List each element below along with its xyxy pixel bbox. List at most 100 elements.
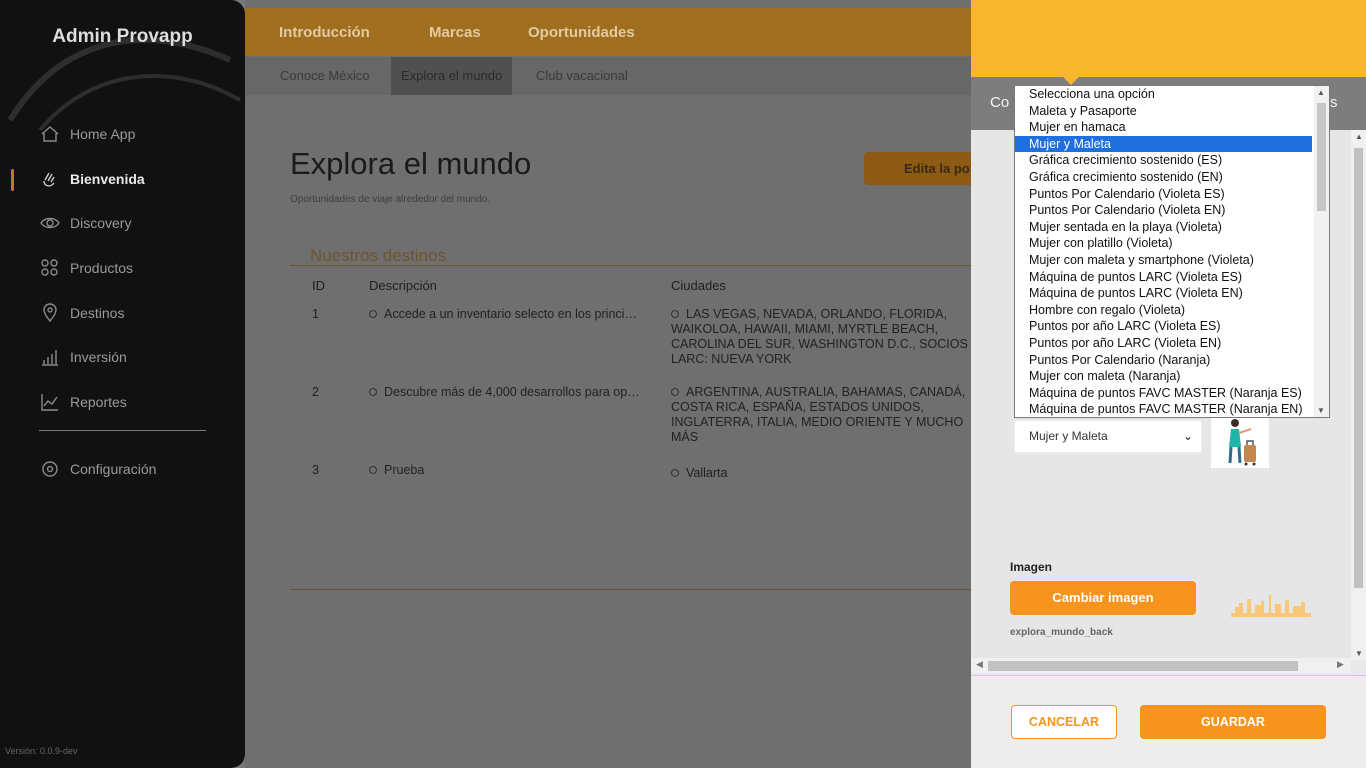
- scroll-up-arrow-icon[interactable]: ▲: [1317, 88, 1325, 97]
- row-2-description-text: Descubre más de 4,000 desarrollos para o…: [384, 385, 640, 399]
- row-2-cities-text: ARGENTINA, AUSTRALIA, BAHAMAS, CANADÁ, C…: [671, 385, 966, 444]
- bullet-icon: [671, 469, 679, 477]
- sidebar-nav: Home App Bienvenida Discovery Productos …: [0, 112, 245, 424]
- dropdown-option[interactable]: Mujer con maleta (Naranja): [1015, 368, 1312, 385]
- app-brand: Admin Provapp: [52, 26, 193, 47]
- sidebar-item-label: Home App: [70, 126, 136, 143]
- dropdown-option[interactable]: Puntos por año LARC (Violeta ES): [1015, 318, 1312, 335]
- tab-introduccion[interactable]: Introducción: [279, 24, 370, 41]
- subtab-club-vacacional[interactable]: Club vacacional: [526, 57, 638, 95]
- sidebar-item-inversion[interactable]: Inversión: [0, 335, 245, 380]
- image-file-name: explora_mundo_back: [1010, 627, 1113, 638]
- row-2-cities: ARGENTINA, AUSTRALIA, BAHAMAS, CANADÁ, C…: [671, 385, 969, 445]
- image-select-value: Mujer y Maleta: [1029, 429, 1108, 443]
- sidebar-item-destinos[interactable]: Destinos: [0, 290, 245, 335]
- change-image-button[interactable]: Cambiar imagen: [1010, 581, 1196, 615]
- scroll-right-arrow-icon[interactable]: ▶: [1337, 659, 1344, 670]
- panel-tab-left[interactable]: Co: [990, 94, 1009, 111]
- row-3-cities-text: Vallarta: [686, 466, 728, 480]
- sidebar-item-reportes[interactable]: Reportes: [0, 380, 245, 425]
- section-divider: [290, 265, 971, 266]
- dropdown-scrollbar[interactable]: ▲ ▼: [1314, 86, 1329, 417]
- scroll-down-arrow-icon[interactable]: ▼: [1317, 406, 1325, 415]
- dropdown-option[interactable]: Máquina de puntos LARC (Violeta EN): [1015, 285, 1312, 302]
- panel-horizontal-scrollbar[interactable]: ◀ ▶: [971, 658, 1351, 673]
- sidebar-config: Configuración: [0, 447, 245, 492]
- row-1-cities-text: LAS VEGAS, NEVADA, ORLANDO, FLORIDA, WAI…: [671, 307, 968, 366]
- sidebar-item-home-app[interactable]: Home App: [0, 112, 245, 157]
- scroll-up-arrow-icon[interactable]: ▲: [1355, 132, 1363, 141]
- bullet-icon: [369, 388, 377, 396]
- sidebar: Admin Provapp Home App Bienvenida Discov…: [0, 0, 245, 768]
- save-button[interactable]: GUARDAR: [1140, 705, 1326, 739]
- row-1-id: 1: [312, 307, 319, 321]
- gear-icon: [40, 459, 60, 479]
- dropdown-option[interactable]: Puntos por año LARC (Violeta EN): [1015, 335, 1312, 352]
- column-header-descripcion: Descripción: [369, 278, 437, 293]
- row-1-description-text: Accede a un inventario selecto en los pr…: [384, 307, 637, 321]
- home-icon: [40, 124, 60, 144]
- row-3-id: 3: [312, 463, 319, 477]
- dropdown-option[interactable]: Mujer en hamaca: [1015, 119, 1312, 136]
- city-skyline-preview: [1231, 595, 1311, 617]
- dropdown-option[interactable]: Selecciona una opción: [1015, 86, 1312, 103]
- edit-page-button[interactable]: Edita la po: [864, 152, 984, 185]
- row-2-id: 2: [312, 385, 319, 399]
- woman-with-suitcase-illustration: [1228, 419, 1256, 466]
- panel-tab-right[interactable]: s: [1330, 94, 1338, 111]
- dropdown-scroll-thumb[interactable]: [1317, 103, 1326, 211]
- sidebar-item-configuracion[interactable]: Configuración: [0, 447, 245, 492]
- tab-oportunidades[interactable]: Oportunidades: [528, 24, 635, 41]
- dropdown-option[interactable]: Máquina de puntos LARC (Violeta ES): [1015, 269, 1312, 286]
- scroll-left-arrow-icon[interactable]: ◀: [976, 659, 983, 670]
- subtab-explora-el-mundo[interactable]: Explora el mundo: [391, 57, 513, 95]
- row-3-description: Prueba: [369, 463, 659, 478]
- dropdown-options: Selecciona una opción Maleta y Pasaporte M…: [1015, 86, 1329, 417]
- image-select[interactable]: Mujer y Maleta ⌄: [1014, 420, 1202, 453]
- sidebar-item-productos[interactable]: Productos: [0, 246, 245, 291]
- row-1-cities: LAS VEGAS, NEVADA, ORLANDO, FLORIDA, WAI…: [671, 307, 969, 367]
- sidebar-item-bienvenida[interactable]: Bienvenida: [0, 157, 245, 202]
- dropdown-option[interactable]: Gráfica crecimiento sostenido (ES): [1015, 152, 1312, 169]
- active-panel-tab-caret: [1062, 76, 1080, 85]
- dropdown-option[interactable]: Puntos Por Calendario (Naranja): [1015, 352, 1312, 369]
- sidebar-item-label: Discovery: [70, 215, 132, 232]
- sidebar-item-label: Reportes: [70, 393, 127, 410]
- eye-icon: [40, 213, 60, 233]
- subtab-conoce-mexico[interactable]: Conoce México: [270, 57, 380, 95]
- sidebar-item-label: Bienvenida: [70, 170, 145, 187]
- tab-marcas[interactable]: Marcas: [429, 24, 481, 41]
- dropdown-option[interactable]: Mujer con platillo (Violeta): [1015, 235, 1312, 252]
- row-3-cities: Vallarta: [671, 466, 969, 481]
- dropdown-option[interactable]: Puntos Por Calendario (Violeta ES): [1015, 186, 1312, 203]
- top-nav: Introducción Marcas Oportunidades: [245, 8, 971, 65]
- dropdown-option[interactable]: Mujer con maleta y smartphone (Violeta): [1015, 252, 1312, 269]
- bullet-icon: [369, 310, 377, 318]
- scroll-thumb[interactable]: [1354, 148, 1363, 588]
- scroll-down-arrow-icon[interactable]: ▼: [1355, 649, 1363, 658]
- dropdown-option[interactable]: Mujer sentada en la playa (Violeta): [1015, 219, 1312, 236]
- column-header-ciudades: Ciudades: [671, 278, 726, 293]
- sidebar-item-label: Destinos: [70, 304, 125, 321]
- dropdown-option[interactable]: Mujer y Maleta: [1015, 135, 1312, 153]
- dropdown-option[interactable]: Máquina de puntos FAVC MASTER (Naranja E…: [1015, 401, 1312, 417]
- scroll-thumb-horizontal[interactable]: [988, 661, 1298, 671]
- sidebar-item-label: Productos: [70, 260, 134, 277]
- bar-chart-icon: [40, 347, 60, 367]
- page-title: Explora el mundo: [290, 146, 532, 181]
- dropdown-option[interactable]: Máquina de puntos FAVC MASTER (Naranja E…: [1015, 385, 1312, 402]
- panel-vertical-scrollbar[interactable]: ▲ ▼: [1351, 130, 1366, 660]
- dropdown-option[interactable]: Maleta y Pasaporte: [1015, 103, 1312, 120]
- bullet-icon: [369, 466, 377, 474]
- cancel-button[interactable]: CANCELAR: [1011, 705, 1117, 739]
- grid-icon: [40, 258, 60, 278]
- bullet-icon: [671, 310, 679, 318]
- dropdown-option[interactable]: Puntos Por Calendario (Violeta EN): [1015, 202, 1312, 219]
- selected-image-preview: [1211, 415, 1269, 468]
- dropdown-option[interactable]: Hombre con regalo (Violeta): [1015, 302, 1312, 319]
- dropdown-option[interactable]: Gráfica crecimiento sostenido (EN): [1015, 169, 1312, 186]
- sidebar-item-label: Inversión: [70, 349, 127, 366]
- sidebar-divider: [39, 430, 206, 431]
- sidebar-item-discovery[interactable]: Discovery: [0, 201, 245, 246]
- panel-footer: CANCELAR GUARDAR: [971, 675, 1366, 768]
